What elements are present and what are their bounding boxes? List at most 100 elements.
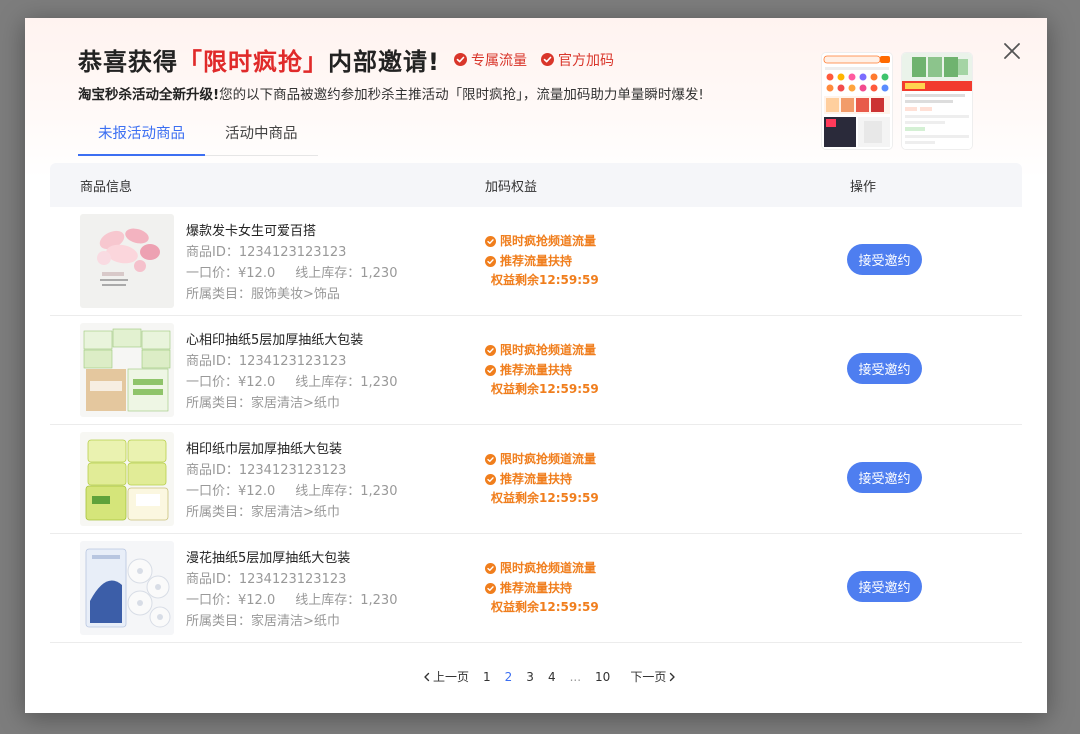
pagination: 上一页 1 2 3 4 ... 10 下一页: [421, 668, 678, 685]
page-2-current[interactable]: 2: [505, 670, 513, 684]
next-page-label: 下一页: [630, 670, 667, 684]
product-category: 所属类目：家居清洁>纸巾: [186, 611, 397, 632]
column-header-benefit: 加码权益: [485, 179, 538, 195]
accept-invite-button[interactable]: 接受邀约: [847, 462, 922, 493]
product-category: 所属类目：家居清洁>纸巾: [186, 502, 397, 523]
product-id-value: 1234123123123: [238, 354, 347, 369]
tab-active-products[interactable]: 活动中商品: [205, 118, 318, 155]
accept-invite-button[interactable]: 接受邀约: [847, 244, 922, 275]
category-value: 家居清洁>纸巾: [251, 614, 340, 629]
page-1[interactable]: 1: [483, 670, 491, 684]
prev-page-button[interactable]: 上一页: [421, 668, 469, 685]
price-value: ¥12.0: [238, 593, 276, 608]
column-header-action: 操作: [850, 179, 877, 195]
tag-exclusive-traffic: 专属流量: [453, 50, 527, 70]
page-10[interactable]: 10: [595, 670, 610, 684]
benefit-timer: 权益剩余12:59:59: [491, 273, 599, 287]
product-id-value: 1234123123123: [238, 245, 347, 260]
prev-page-label: 上一页: [433, 670, 470, 684]
product-table: 商品信息 加码权益 操作 爆款发卡女生可爱百搭 商品ID：12341231231…: [50, 163, 1022, 643]
price-value: ¥12.0: [238, 484, 276, 499]
stock-value: 1,230: [360, 375, 398, 390]
product-id: 商品ID：1234123123123: [186, 569, 397, 590]
chevron-right-icon: [670, 672, 676, 681]
tag-label: 专属流量: [470, 52, 527, 69]
product-id: 商品ID：1234123123123: [186, 351, 397, 372]
check-circle-icon: [540, 53, 554, 66]
stock-value: 1,230: [360, 266, 398, 281]
tag-label: 官方加码: [557, 52, 614, 69]
accept-invite-button[interactable]: 接受邀约: [847, 571, 922, 602]
table-row: 爆款发卡女生可爱百搭 商品ID：1234123123123 一口价：¥12.0 线…: [50, 207, 1022, 316]
category-label: 所属类目：: [186, 396, 252, 411]
check-circle-icon: [485, 473, 496, 485]
title-highlight: 「限时疯抢」: [178, 48, 328, 76]
close-icon[interactable]: [1001, 40, 1023, 62]
tag-official-boost: 官方加码: [540, 50, 614, 70]
title-suffix: 内部邀请!: [328, 48, 440, 76]
benefit-item: 推荐流量扶持: [485, 252, 599, 272]
product-id-label: 商品ID：: [186, 245, 239, 260]
benefit-list: 限时疯抢频道流量 推荐流量扶持 权益剩余12:59:59: [485, 559, 599, 618]
benefit-label: 限时疯抢频道流量: [500, 234, 597, 248]
title-prefix: 恭喜获得: [78, 48, 178, 76]
product-id-label: 商品ID：: [186, 463, 239, 478]
check-circle-icon: [485, 345, 496, 357]
check-circle-icon: [453, 53, 467, 66]
category-label: 所属类目：: [186, 505, 252, 520]
check-circle-icon: [485, 582, 496, 594]
next-page-button[interactable]: 下一页: [630, 668, 678, 685]
benefit-timer: 权益剩余12:59:59: [491, 382, 599, 396]
product-price-stock: 一口价：¥12.0 线上库存：1,230: [186, 590, 397, 611]
table-row: 相印纸巾层加厚抽纸大包装 商品ID：1234123123123 一口价：¥12.…: [50, 425, 1022, 534]
page-ellipsis: ...: [569, 669, 582, 684]
table-header: 商品信息 加码权益 操作: [50, 163, 1022, 207]
column-header-product: 商品信息: [80, 179, 133, 195]
price-value: ¥12.0: [238, 266, 276, 281]
product-name: 爆款发卡女生可爱百搭: [186, 224, 317, 239]
category-value: 家居清洁>纸巾: [251, 396, 340, 411]
check-circle-icon: [485, 364, 496, 376]
stock-label: 线上库存：: [295, 593, 361, 608]
product-category: 所属类目：服饰美妆>饰品: [186, 284, 397, 305]
category-value: 家居清洁>纸巾: [251, 505, 340, 520]
product-price-stock: 一口价：¥12.0 线上库存：1,230: [186, 481, 397, 502]
product-price-stock: 一口价：¥12.0 线上库存：1,230: [186, 263, 397, 284]
product-info: 漫花抽纸5层加厚抽纸大包装 商品ID：1234123123123 一口价：¥12…: [186, 548, 397, 632]
benefit-list: 限时疯抢频道流量 推荐流量扶持 权益剩余12:59:59: [485, 341, 599, 400]
stock-value: 1,230: [360, 484, 398, 499]
benefit-timer: 权益剩余12:59:59: [491, 491, 599, 505]
benefit-label: 限时疯抢频道流量: [500, 452, 597, 466]
check-circle-icon: [485, 563, 496, 575]
price-label: 一口价：: [186, 375, 239, 390]
app-screenshot-thumbnail: [822, 53, 892, 149]
page-4[interactable]: 4: [548, 670, 556, 684]
product-name: 漫花抽纸5层加厚抽纸大包装: [186, 551, 351, 566]
check-circle-icon: [485, 236, 496, 248]
benefit-list: 限时疯抢频道流量 推荐流量扶持 权益剩余12:59:59: [485, 232, 599, 291]
category-label: 所属类目：: [186, 614, 252, 629]
product-id: 商品ID：1234123123123: [186, 242, 397, 263]
product-name: 相印纸巾层加厚抽纸大包装: [186, 442, 343, 457]
price-label: 一口价：: [186, 593, 239, 608]
page-title: 恭喜获得「限时疯抢」内部邀请!: [78, 42, 440, 77]
benefit-label: 推荐流量扶持: [500, 253, 573, 268]
subtitle-bold: 淘宝秒杀活动全新升级!: [78, 87, 220, 103]
benefit-item: 推荐流量扶持: [485, 579, 599, 599]
product-id-value: 1234123123123: [238, 572, 347, 587]
product-price-stock: 一口价：¥12.0 线上库存：1,230: [186, 372, 397, 393]
table-row: 心相印抽纸5层加厚抽纸大包装 商品ID：1234123123123 一口价：¥1…: [50, 316, 1022, 425]
benefit-label: 限时疯抢频道流量: [500, 343, 597, 357]
product-info: 相印纸巾层加厚抽纸大包装 商品ID：1234123123123 一口价：¥12.…: [186, 439, 397, 523]
page-3[interactable]: 3: [526, 670, 534, 684]
tab-unregistered-products[interactable]: 未报活动商品: [78, 118, 205, 156]
product-image-tissue-boxes: [80, 323, 174, 417]
category-label: 所属类目：: [186, 287, 252, 302]
title-row: 恭喜获得「限时疯抢」内部邀请! 专属流量 官方加码: [78, 42, 614, 77]
benefit-item: 限时疯抢频道流量: [485, 232, 599, 252]
accept-invite-button[interactable]: 接受邀约: [847, 353, 922, 384]
product-id-label: 商品ID：: [186, 354, 239, 369]
stock-label: 线上库存：: [295, 484, 361, 499]
benefit-item: 限时疯抢频道流量: [485, 341, 599, 361]
product-id: 商品ID：1234123123123: [186, 460, 397, 481]
